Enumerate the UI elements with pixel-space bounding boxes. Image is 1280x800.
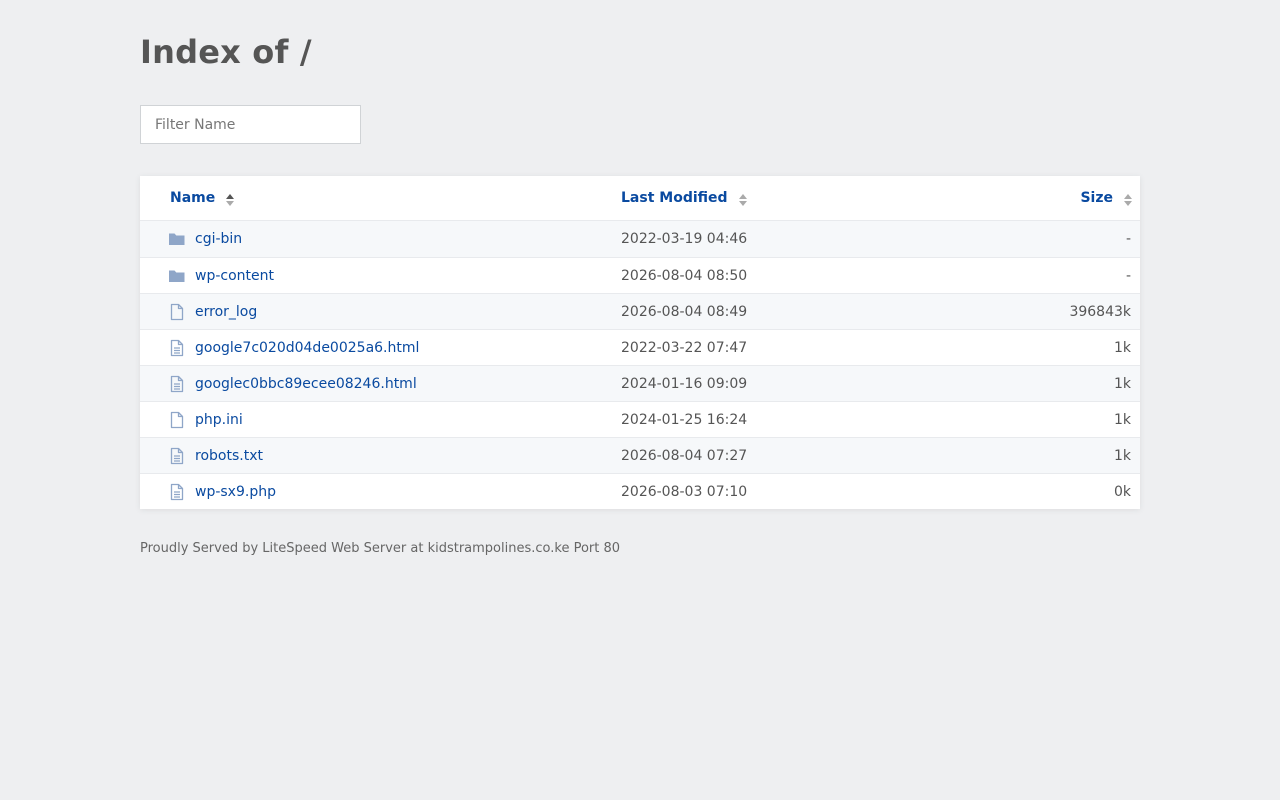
text-file-icon (170, 375, 184, 392)
entry-name: cgi-bin (195, 231, 243, 247)
entry-name: wp-content (195, 267, 274, 284)
entry-size: - (1125, 267, 1131, 284)
entry-modified: 2022-03-19 04:46 (621, 231, 748, 247)
text-file-icon (170, 339, 184, 356)
table-row: php.ini 2024-01-25 16:24 1k (140, 401, 1140, 437)
entry-size: 396843k (1069, 303, 1131, 320)
table-header: Name Last Modified Size (140, 176, 1140, 221)
entry-link[interactable]: robots.txt (168, 447, 263, 465)
entry-link[interactable]: cgi-bin (168, 230, 242, 248)
text-file-icon (170, 483, 184, 500)
entry-link[interactable]: googlec0bbc89ecee08246.html (168, 375, 417, 393)
entry-modified: 2026-08-04 08:49 (621, 303, 748, 320)
entry-link[interactable]: wp-sx9.php (168, 483, 276, 501)
entry-size: 0k (1113, 483, 1131, 500)
entry-modified: 2026-08-04 08:50 (621, 267, 748, 284)
modified-column-header: Last Modified (621, 190, 728, 206)
sort-icon (738, 193, 747, 206)
sort-icon (1124, 193, 1132, 206)
entry-size: 1k (1113, 339, 1131, 356)
entry-name: error_log (195, 303, 258, 320)
entry-size: - (1125, 231, 1131, 247)
table-row: googlec0bbc89ecee08246.html 2024-01-16 0… (140, 365, 1140, 401)
entry-link[interactable]: google7c020d04de0025a6.html (168, 339, 419, 357)
filter-name-input[interactable] (140, 105, 361, 144)
entry-size: 1k (1113, 411, 1131, 428)
entry-size: 1k (1113, 375, 1131, 392)
sort-icon (226, 193, 235, 206)
entry-name: php.ini (195, 411, 243, 428)
table-row: cgi-bin 2022-03-19 04:46 - (140, 221, 1140, 257)
entry-size: 1k (1113, 447, 1131, 464)
sort-by-size-link[interactable]: Size (1080, 190, 1132, 206)
size-column-header: Size (1080, 190, 1113, 206)
table-row: error_log 2026-08-04 08:49 396843k (140, 293, 1140, 329)
entry-name: robots.txt (195, 447, 263, 464)
table-row: wp-content 2026-08-04 08:50 - (140, 257, 1140, 293)
entry-name: googlec0bbc89ecee08246.html (195, 375, 417, 392)
entry-modified: 2026-08-04 07:27 (621, 447, 748, 464)
entry-modified: 2022-03-22 07:47 (621, 339, 748, 356)
folder-icon (169, 270, 185, 282)
name-column-header: Name (170, 190, 216, 206)
file-listing-table: Name Last Modified Size cgi-bin 2022-03-… (140, 176, 1140, 509)
folder-icon (169, 233, 185, 245)
text-file-icon (170, 447, 184, 464)
table-row: wp-sx9.php 2026-08-03 07:10 0k (140, 473, 1140, 509)
entry-link[interactable]: error_log (168, 303, 257, 321)
sort-by-name-link[interactable]: Name (170, 190, 235, 206)
file-icon (170, 411, 184, 428)
server-footer: Proudly Served by LiteSpeed Web Server a… (140, 541, 621, 556)
entry-link[interactable]: php.ini (168, 411, 243, 429)
page-title: Index of / (140, 33, 312, 71)
entry-link[interactable]: wp-content (168, 267, 274, 285)
entry-name: google7c020d04de0025a6.html (195, 339, 420, 356)
entry-modified: 2024-01-25 16:24 (621, 411, 748, 428)
sort-by-modified-link[interactable]: Last Modified (621, 190, 747, 206)
table-row: robots.txt 2026-08-04 07:27 1k (140, 437, 1140, 473)
table-row: google7c020d04de0025a6.html 2022-03-22 0… (140, 329, 1140, 365)
entry-name: wp-sx9.php (195, 483, 276, 500)
entry-modified: 2026-08-03 07:10 (621, 483, 748, 500)
entry-modified: 2024-01-16 09:09 (621, 375, 748, 392)
file-icon (170, 303, 184, 320)
